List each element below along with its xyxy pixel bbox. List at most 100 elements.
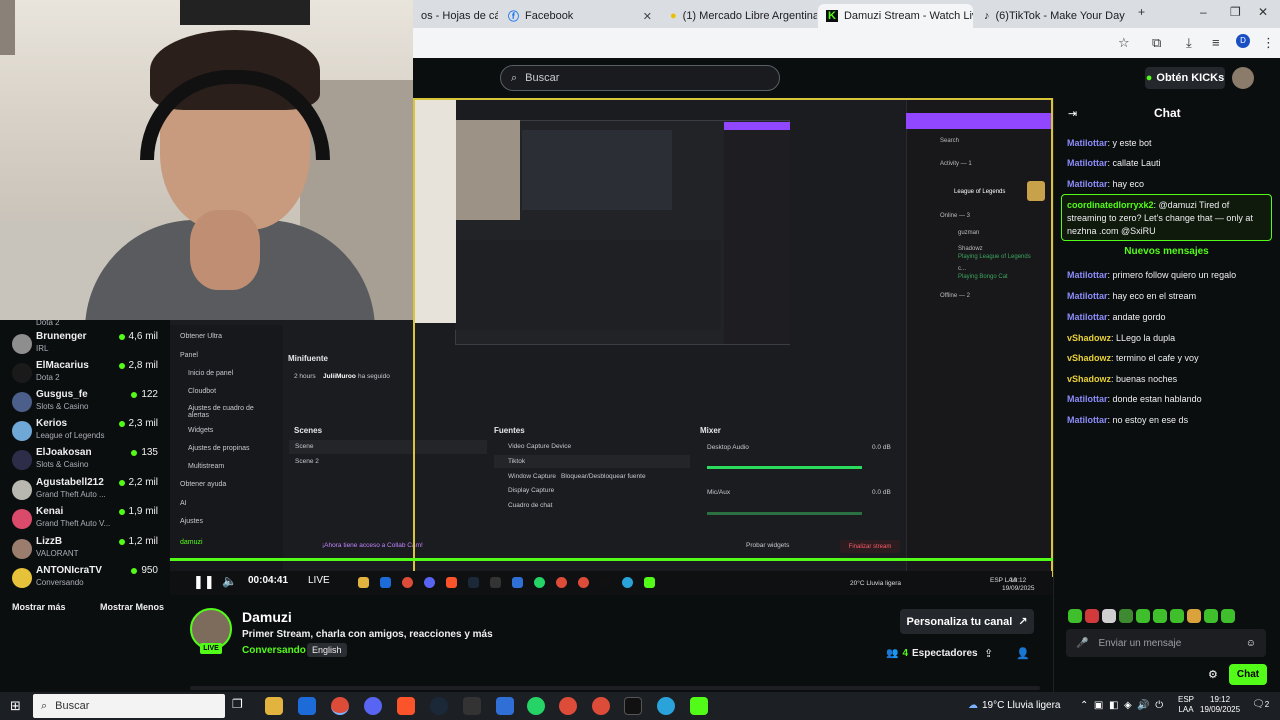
search-input[interactable]: ⌕ Buscar xyxy=(500,65,780,91)
chat-username[interactable]: Matilottar xyxy=(1067,291,1108,301)
nav-item[interactable]: Cloudbot xyxy=(188,388,216,395)
tab-tiktok[interactable]: ♪(6)TikTok - Make Your Day✕ xyxy=(976,4,1131,28)
tab-facebook[interactable]: ⓕ Facebook ✕ xyxy=(500,4,660,28)
new-tab-button[interactable]: + xyxy=(1138,5,1145,19)
chat-username[interactable]: coordinatedlorryxk2 xyxy=(1067,200,1154,210)
streamer-name[interactable]: Damuzi xyxy=(242,609,292,625)
tiktok-icon[interactable] xyxy=(624,697,642,715)
source-item[interactable]: Video Capture Device xyxy=(508,443,571,450)
scene-item[interactable]: Scene 2 xyxy=(295,458,319,465)
tab-mercadolibre[interactable]: ●(1) Mercado Libre Argentina - E✕ xyxy=(662,4,817,28)
download-icon[interactable]: ⤓ xyxy=(1186,35,1192,51)
channel-item[interactable]: LizzB VALORANT 1,2 mil xyxy=(12,536,162,564)
volume-icon[interactable]: 🔈 xyxy=(222,574,237,588)
new-messages-divider[interactable]: Nuevos mensajes xyxy=(1061,246,1272,260)
weather-widget[interactable]: ☁ 19°C Lluvia ligera xyxy=(968,700,1061,711)
channel-item[interactable]: ElMacarius Dota 2 2,8 mil xyxy=(12,360,162,388)
file-explorer-icon[interactable] xyxy=(265,697,283,715)
chrome-icon[interactable] xyxy=(592,697,610,715)
tab-sheets[interactable]: os - Hojas de cálc✕ xyxy=(413,4,498,28)
taskbar-search[interactable]: ⌕ Buscar xyxy=(33,694,225,718)
chrome-icon[interactable] xyxy=(559,697,577,715)
nav-item[interactable]: damuzi xyxy=(180,539,203,546)
calculator-icon[interactable] xyxy=(496,697,514,715)
source-item[interactable]: Window Capture xyxy=(508,473,556,480)
chat-username[interactable]: Matilottar xyxy=(1067,138,1108,148)
chat-username[interactable]: Matilottar xyxy=(1067,158,1108,168)
tab-kick-damuzi[interactable]: KDamuzi Stream - Watch Live🔊✕ xyxy=(818,4,973,28)
channel-item[interactable]: Kenai Grand Theft Auto V... 1,9 mil xyxy=(12,506,162,534)
steam-icon[interactable] xyxy=(430,697,448,715)
emote-icon[interactable] xyxy=(1153,609,1167,623)
brave-icon[interactable] xyxy=(397,697,415,715)
customize-channel-button[interactable]: Personaliza tu canal ↗ xyxy=(900,609,1034,634)
telegram-icon[interactable] xyxy=(657,697,675,715)
source-item[interactable]: Cuadro de chat xyxy=(508,502,552,509)
channel-item[interactable]: ANTONIcraTV Conversando 950 xyxy=(12,565,162,593)
end-stream-button[interactable]: Finalizar stream xyxy=(840,540,900,553)
follow-icon[interactable]: 👤 xyxy=(1016,647,1030,660)
chat-username[interactable]: vShadowz xyxy=(1067,353,1111,363)
scene-item[interactable]: Scene xyxy=(295,443,313,450)
chat-username[interactable]: Matilottar xyxy=(1067,394,1108,404)
send-chat-button[interactable]: Chat xyxy=(1229,664,1267,685)
nav-item[interactable]: Obtener Ultra xyxy=(180,333,222,340)
close-icon[interactable]: ✕ xyxy=(643,10,652,23)
mic-fader[interactable] xyxy=(707,512,862,515)
emote-icon[interactable] xyxy=(1204,609,1218,623)
nav-item[interactable]: AI xyxy=(180,500,187,507)
source-item[interactable]: Tiktok xyxy=(508,458,525,465)
discord-user[interactable]: Shadowz xyxy=(958,246,983,252)
microphone-icon[interactable]: 🎤 xyxy=(1076,638,1088,649)
task-view-icon[interactable]: ❐ xyxy=(232,697,250,715)
system-clock[interactable]: 19:12 19/09/2025 xyxy=(1200,695,1240,715)
emoji-icon[interactable]: ☺ xyxy=(1246,638,1256,649)
input-language[interactable]: ESP LAA xyxy=(1178,695,1194,715)
discord-user[interactable]: c... xyxy=(958,266,966,272)
channel-item[interactable]: Brunenger IRL 4,6 mil xyxy=(12,331,162,359)
whatsapp-icon[interactable] xyxy=(527,697,545,715)
emote-icon[interactable] xyxy=(1068,609,1082,623)
channel-item[interactable]: Kerios League of Legends 2,3 mil xyxy=(12,418,162,446)
get-kicks-button[interactable]: ● Obtén KICKs xyxy=(1145,67,1225,89)
nav-item[interactable]: Panel xyxy=(180,352,198,359)
nav-item[interactable]: Obtener ayuda xyxy=(180,481,226,488)
desktop-audio-fader[interactable] xyxy=(707,466,862,469)
language-tag[interactable]: English xyxy=(307,643,347,657)
profile-icon[interactable]: D xyxy=(1236,34,1250,48)
emote-icon[interactable] xyxy=(1102,609,1116,623)
chat-username[interactable]: Matilottar xyxy=(1067,179,1108,189)
gear-icon[interactable]: ⚙ xyxy=(1208,668,1218,681)
kick-app-icon[interactable] xyxy=(690,697,708,715)
chat-username[interactable]: Matilottar xyxy=(1067,415,1108,425)
nav-item[interactable]: Ajustes de cuadro de alertas xyxy=(188,405,268,419)
emote-icon[interactable] xyxy=(1085,609,1099,623)
pause-icon[interactable]: ❚❚ xyxy=(193,574,215,590)
share-icon[interactable]: ⇪ xyxy=(984,647,993,660)
notification-icon[interactable]: 🗨2 xyxy=(1252,699,1269,710)
channel-item[interactable]: Gusgus_fe Slots & Casino 122 xyxy=(12,389,162,417)
collab-notice[interactable]: ¡Ahora tiene acceso a Collab Cam! xyxy=(322,542,423,549)
system-tray[interactable]: ⌃ ▣ ◧ ◈ 🔊 ⏻ xyxy=(1080,700,1163,711)
epic-games-icon[interactable] xyxy=(463,697,481,715)
nav-item[interactable]: Ajustes xyxy=(180,518,203,525)
emote-icon[interactable] xyxy=(1170,609,1184,623)
channel-item[interactable]: ElJoakosan Slots & Casino 135 xyxy=(12,447,162,475)
nav-item[interactable]: Widgets xyxy=(188,427,213,434)
source-item[interactable]: Display Capture xyxy=(508,487,554,494)
emote-icon[interactable] xyxy=(1119,609,1133,623)
minimize-button[interactable]: – xyxy=(1200,5,1207,19)
scene-row-selected[interactable] xyxy=(289,440,487,454)
stream-category[interactable]: Conversando xyxy=(242,645,306,656)
extensions-icon[interactable]: ⧉ xyxy=(1152,35,1161,51)
chat-username[interactable]: vShadowz xyxy=(1067,374,1111,384)
media-icon[interactable]: ≡ xyxy=(1212,35,1220,50)
chat-input[interactable]: 🎤 Enviar un mensaje ☺ xyxy=(1066,629,1266,657)
chat-username[interactable]: Matilottar xyxy=(1067,312,1108,322)
show-more-button[interactable]: Mostrar más xyxy=(12,602,66,612)
emote-icon[interactable] xyxy=(1136,609,1150,623)
bookmark-star-icon[interactable]: ☆ xyxy=(1118,35,1130,51)
nav-item[interactable]: Ajustes de propinas xyxy=(188,445,249,452)
outlook-icon[interactable] xyxy=(298,697,316,715)
chat-username[interactable]: Matilottar xyxy=(1067,270,1108,280)
